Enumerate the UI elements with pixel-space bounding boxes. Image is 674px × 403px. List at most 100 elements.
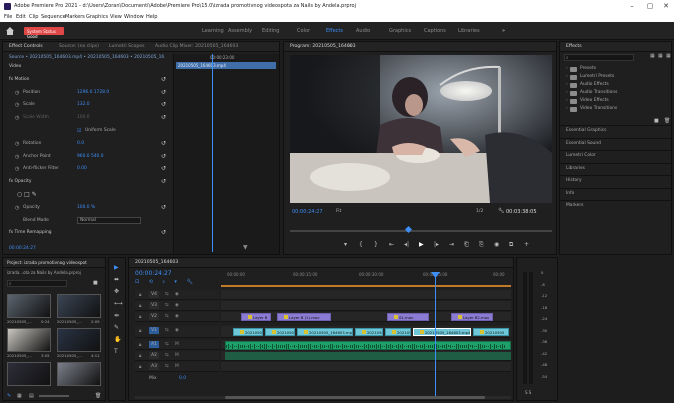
menu-window[interactable]: Window <box>124 13 144 22</box>
v1-clip[interactable]: 20210505_164603.mp4 [V] <box>297 328 353 336</box>
tool-5[interactable]: ✎ <box>114 324 119 331</box>
tab-source[interactable]: Source: (no clips) <box>59 44 99 49</box>
tool-6[interactable]: ✋ <box>114 336 121 343</box>
effects-folder-5[interactable]: Video Transitions <box>580 106 617 111</box>
project-clip-thumbnail[interactable] <box>7 362 51 386</box>
menu-file[interactable]: File <box>4 13 12 22</box>
stopwatch-icon[interactable]: ◷ <box>15 154 19 160</box>
project-clip-thumbnail[interactable] <box>57 328 101 352</box>
extract-button[interactable]: ⎘ <box>479 241 484 249</box>
track-target[interactable]: V3 <box>149 302 159 309</box>
track-target[interactable]: A3 <box>149 363 159 370</box>
delete-icon[interactable]: 🗑︎ <box>664 118 670 124</box>
workspace-assembly[interactable]: Assembly <box>228 28 252 34</box>
eye-icon[interactable]: ◉ <box>175 292 179 297</box>
side-section-6[interactable]: Markers <box>566 203 583 208</box>
workspace-color[interactable]: Color <box>297 28 310 34</box>
program-quality-select[interactable]: 1/2 <box>476 209 483 214</box>
ec-property-value[interactable]: 100.0 <box>77 115 90 120</box>
mute-icon[interactable]: M <box>175 364 179 369</box>
ec-property-value[interactable]: 132.0 <box>77 102 90 107</box>
track-sync-icon[interactable]: ⇆ <box>165 364 169 369</box>
ec-clip-bar[interactable]: 20210505_164603.mp4 <box>176 62 276 69</box>
ec-effect-header[interactable]: fx Time Remapping <box>9 230 52 235</box>
ec-effect-header[interactable]: fx Motion <box>9 77 29 82</box>
v1-clip[interactable]: 20210505_164603.mp4 <box>413 328 471 336</box>
chevron-right-icon[interactable]: › <box>566 90 568 95</box>
chevron-right-icon[interactable]: › <box>566 106 568 111</box>
system-status-badge[interactable]: System Status Good <box>24 27 64 39</box>
list-view-icon[interactable]: ✎ <box>7 393 11 399</box>
wrench-icon[interactable]: 🔧︎ <box>498 208 504 214</box>
timeline-tool-toggles[interactable]: ⊡ ⟲ ⬨ ▾ 🔧︎ <box>135 279 215 285</box>
reset-icon[interactable]: ↺ <box>161 101 166 108</box>
stopwatch-icon[interactable]: ◷ <box>15 166 19 172</box>
side-section-4[interactable]: History <box>566 178 582 183</box>
effects-folder-2[interactable]: Audio Effects <box>580 82 609 87</box>
effects-folder-0[interactable]: Presets <box>580 66 596 71</box>
track-lock-icon[interactable]: 🔒︎ <box>139 353 141 359</box>
timeline-ruler[interactable]: 00:00:0000:00:15:0000:00:30:0000:00:45:0… <box>221 272 511 282</box>
new-bin-button[interactable]: ■ <box>93 280 98 286</box>
v2-clip[interactable]: Layer B2.mov <box>451 313 493 321</box>
project-clip-thumbnail[interactable] <box>57 362 101 386</box>
close-button[interactable]: ✕ <box>658 0 674 13</box>
side-section-3[interactable]: Libraries <box>566 166 585 171</box>
reset-icon[interactable]: ↺ <box>161 114 166 121</box>
ec-property-value[interactable]: 0.0 <box>77 141 84 146</box>
tool-7[interactable]: T <box>114 348 118 355</box>
freeform-view-icon[interactable]: ▤ <box>29 393 34 399</box>
v1-clip[interactable]: 20210505 <box>473 328 509 336</box>
tool-3[interactable]: ⟷ <box>114 300 123 307</box>
effect-controls-timeline[interactable]: 00:00:23:00 20210505_164603.mp4 <box>173 54 279 254</box>
menu-help[interactable]: Help <box>146 13 157 22</box>
side-section-0[interactable]: Essential Graphics <box>566 128 606 133</box>
eye-icon[interactable]: ◉ <box>175 328 179 333</box>
menu-clip[interactable]: Clip <box>29 13 38 22</box>
blend-mode-select[interactable]: Normal <box>77 216 141 224</box>
source-line[interactable]: Source • 20210505_164603.mp4 • 20210505_… <box>9 55 164 60</box>
workspace-learning[interactable]: Learning <box>202 28 224 34</box>
checkbox-icon[interactable]: ☑ <box>77 128 81 134</box>
workspace-editing[interactable]: Editing <box>262 28 279 34</box>
track-lock-icon[interactable]: 🔒︎ <box>139 342 141 348</box>
ec-property-value[interactable]: 1296.0 1728.0 <box>77 90 109 95</box>
workspace-captions[interactable]: Captions <box>424 28 446 34</box>
chevron-right-icon[interactable]: › <box>566 66 568 71</box>
track-sync-icon[interactable]: ⇆ <box>165 314 169 319</box>
32bit-effects-icon[interactable]: ▦ <box>658 53 663 59</box>
ec-filter-icon[interactable]: ▼ <box>243 244 248 251</box>
new-bin-icon[interactable]: ■ <box>654 118 659 124</box>
reset-icon[interactable]: ↺ <box>161 165 166 172</box>
effects-title[interactable]: Effects <box>566 44 582 49</box>
track-lane[interactable] <box>221 362 511 372</box>
track-lock-icon[interactable]: 🔒︎ <box>139 303 141 309</box>
effects-folder-4[interactable]: Video Effects <box>580 98 609 103</box>
eye-icon[interactable]: ◉ <box>175 314 179 319</box>
step-forward-button[interactable]: |▸ <box>434 241 439 248</box>
tool-4[interactable]: ⇹ <box>114 312 119 319</box>
compare-button[interactable]: ⧉ <box>509 241 513 249</box>
mute-icon[interactable]: M <box>175 353 179 358</box>
workspace-effects[interactable]: Effects <box>326 28 343 34</box>
ec-effect-header[interactable]: Video <box>9 64 21 69</box>
chevron-right-icon[interactable]: › <box>566 98 568 103</box>
mute-icon[interactable]: M <box>175 342 179 347</box>
tab-lumetri-scopes[interactable]: Lumetri Scopes <box>109 44 145 49</box>
track-lane[interactable] <box>221 301 511 311</box>
reset-icon[interactable]: ↺ <box>161 229 166 236</box>
workspace-audio[interactable]: Audio <box>356 28 370 34</box>
project-clip-thumbnail[interactable] <box>7 294 51 318</box>
tool-2[interactable]: ✥ <box>114 288 119 295</box>
menu-sequence[interactable]: Sequence <box>41 13 66 22</box>
reset-icon[interactable]: ↺ <box>161 178 166 185</box>
ec-playhead[interactable] <box>212 54 213 252</box>
effects-folder-1[interactable]: Lumetri Presets <box>580 74 614 79</box>
tab-effect-controls[interactable]: Effect Controls <box>9 44 43 49</box>
chevron-right-icon[interactable]: › <box>566 74 568 79</box>
master-volume[interactable]: 0.0 <box>179 376 186 381</box>
track-target[interactable]: V1 <box>149 327 159 334</box>
v1-clip[interactable]: 20210505 <box>265 328 295 336</box>
program-fit-select[interactable]: Fit <box>336 209 341 214</box>
track-lock-icon[interactable]: 🔒︎ <box>139 292 141 298</box>
